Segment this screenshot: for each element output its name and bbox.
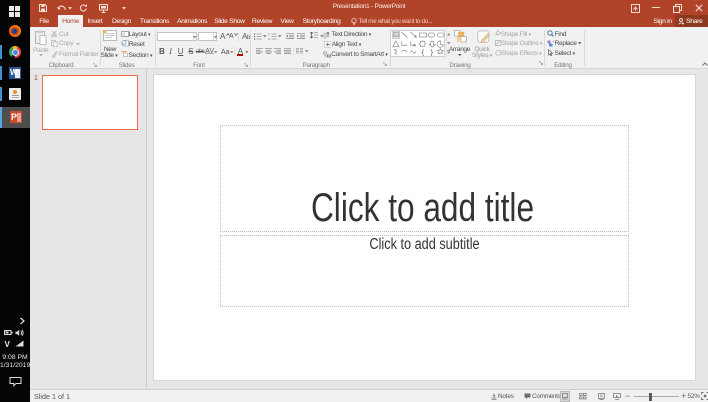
svg-text:2: 2 — [268, 37, 270, 40]
svg-text:1: 1 — [268, 33, 270, 36]
